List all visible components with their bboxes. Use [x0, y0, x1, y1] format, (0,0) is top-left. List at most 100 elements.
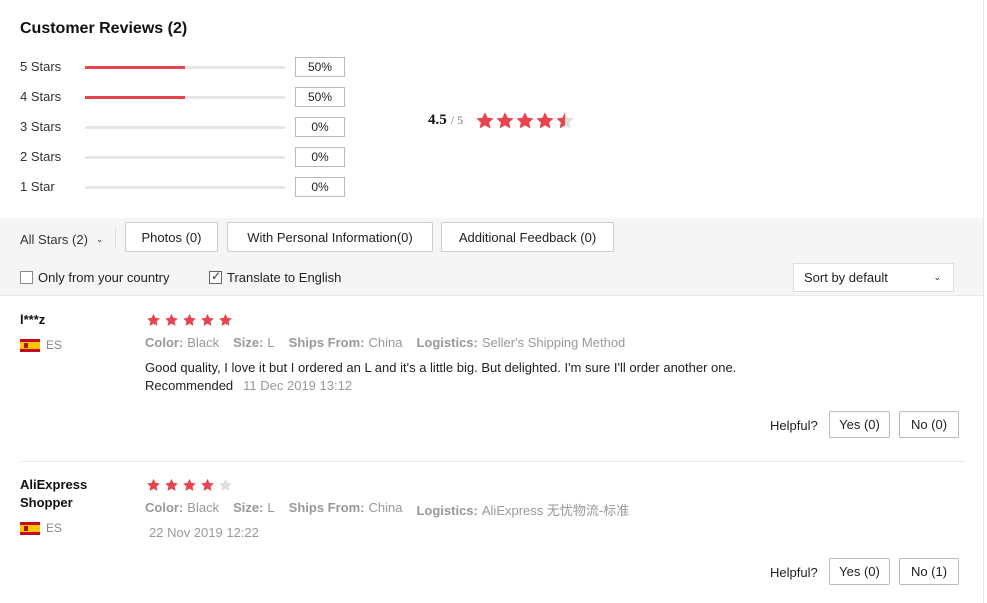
rating-percent: 0% — [295, 177, 345, 197]
attr-color: Black — [187, 335, 220, 350]
translate-label: Translate to English — [227, 270, 342, 285]
star-icon — [218, 313, 233, 327]
country-code: ES — [46, 338, 63, 352]
attr-ships-from: China — [368, 500, 403, 515]
photos-filter-button[interactable]: Photos (0) — [125, 222, 218, 252]
reviewer-name: AliExpress Shopper — [20, 477, 88, 510]
sort-label: Sort by default — [804, 270, 888, 285]
average-rating-max: / 5 — [450, 113, 464, 127]
review-date: 11 Dec 2019 13:12 — [243, 378, 353, 393]
star-icon — [182, 478, 197, 492]
personal-info-filter-button[interactable]: With Personal Information(0) — [227, 222, 433, 252]
rating-bar — [85, 126, 285, 129]
country-code: ES — [46, 521, 63, 535]
reviewer-country: ES — [20, 521, 62, 535]
only-country-checkbox[interactable] — [20, 271, 33, 284]
average-rating-value: 4.5 — [428, 112, 447, 128]
rating-percent: 50% — [295, 87, 345, 107]
rating-row-label: 2 Stars — [20, 149, 62, 164]
review-star-rating — [146, 478, 236, 492]
rating-row-4[interactable]: 4 Stars 50% — [20, 87, 350, 107]
helpful-yes-button[interactable]: Yes (0) — [829, 558, 890, 585]
attr-label: Ships From: — [288, 335, 365, 350]
attr-label: Logistics: — [416, 503, 478, 518]
star-icon — [495, 111, 515, 130]
star-icon — [515, 111, 535, 130]
rating-percent: 0% — [295, 117, 345, 137]
reviewer-name: l***z — [20, 312, 46, 327]
attr-label: Ships From: — [288, 500, 365, 515]
rating-row-3[interactable]: 3 Stars 0% — [20, 117, 350, 137]
rating-bar — [85, 156, 285, 159]
rating-bar-fill — [85, 66, 185, 69]
star-icon — [475, 111, 495, 130]
attr-color: Black — [187, 500, 220, 515]
attr-size: L — [267, 500, 275, 515]
chevron-down-icon: ⌄ — [95, 234, 104, 244]
rating-row-1[interactable]: 1 Star 0% — [20, 177, 350, 197]
helpful-yes-button[interactable]: Yes (0) — [829, 411, 890, 438]
spain-flag-icon — [20, 338, 40, 352]
rating-percent: 50% — [295, 57, 345, 77]
review-text: Good quality, I love it but I ordered an… — [145, 360, 737, 375]
page-right-border — [983, 0, 984, 603]
reviewer-country: ES — [20, 338, 62, 352]
review-star-rating — [146, 313, 236, 327]
rating-row-label: 5 Stars — [20, 59, 62, 74]
star-icon — [218, 478, 233, 492]
attr-label: Size: — [233, 500, 264, 515]
attr-size: L — [267, 335, 275, 350]
rating-bar — [85, 66, 285, 69]
rating-row-label: 3 Stars — [20, 119, 62, 134]
all-stars-dropdown[interactable]: All Stars (2) ⌄ — [20, 232, 103, 247]
rating-bar — [85, 186, 285, 189]
additional-feedback-filter-button[interactable]: Additional Feedback (0) — [441, 222, 614, 252]
star-icon — [535, 111, 555, 130]
average-rating: 4.5 / 5 — [428, 111, 575, 130]
rating-row-2[interactable]: 2 Stars 0% — [20, 147, 350, 167]
attr-ships-from: China — [368, 335, 403, 350]
chevron-down-icon: ⌄ — [933, 272, 941, 282]
star-icon — [200, 313, 215, 327]
helpful-no-button[interactable]: No (1) — [899, 558, 959, 585]
star-icon — [555, 111, 575, 130]
review-divider — [20, 461, 965, 462]
average-star-rating — [475, 111, 575, 130]
review-date: 22 Nov 2019 12:22 — [149, 525, 259, 540]
all-stars-label: All Stars (2) — [20, 232, 88, 247]
star-icon — [146, 478, 161, 492]
helpful-label: Helpful? — [770, 565, 818, 580]
rating-bar — [85, 96, 285, 99]
translate-option[interactable]: Translate to English — [209, 269, 342, 285]
recommended-label: Recommended — [145, 378, 234, 393]
review-footer: Recommended 11 Dec 2019 13:12 — [145, 378, 352, 393]
star-icon — [164, 313, 179, 327]
spain-flag-icon — [20, 521, 40, 535]
filter-divider — [115, 228, 116, 248]
star-icon — [164, 478, 179, 492]
rating-percent: 0% — [295, 147, 345, 167]
attr-label: Size: — [233, 335, 264, 350]
only-country-label: Only from your country — [38, 270, 170, 285]
attr-logistics: AliExpress 无忧物流-标准 — [481, 503, 630, 518]
review-attributes: Color: Black Size: L Ships From: China Logi… — [145, 500, 643, 519]
attr-label: Color: — [145, 335, 184, 350]
attr-label: Color: — [145, 500, 184, 515]
review-attributes: Color: Black Size: L Ships From: China Logi… — [145, 335, 639, 350]
only-country-option[interactable]: Only from your country — [20, 270, 170, 285]
reviews-title: Customer Reviews (2) — [20, 20, 188, 37]
rating-row-label: 1 Star — [20, 179, 55, 194]
rating-bar-fill — [85, 96, 185, 99]
star-icon — [146, 313, 161, 327]
helpful-label: Helpful? — [770, 418, 818, 433]
translate-checkbox[interactable] — [209, 269, 222, 284]
helpful-no-button[interactable]: No (0) — [899, 411, 959, 438]
rating-row-label: 4 Stars — [20, 89, 62, 104]
rating-row-5[interactable]: 5 Stars 50% — [20, 57, 350, 77]
attr-label: Logistics: — [416, 335, 478, 350]
sort-dropdown[interactable]: Sort by default ⌄ — [793, 263, 954, 292]
star-icon — [182, 313, 197, 327]
attr-logistics: Seller's Shipping Method — [481, 335, 626, 350]
review-footer: 22 Nov 2019 12:22 — [139, 525, 259, 540]
star-icon — [200, 478, 215, 492]
